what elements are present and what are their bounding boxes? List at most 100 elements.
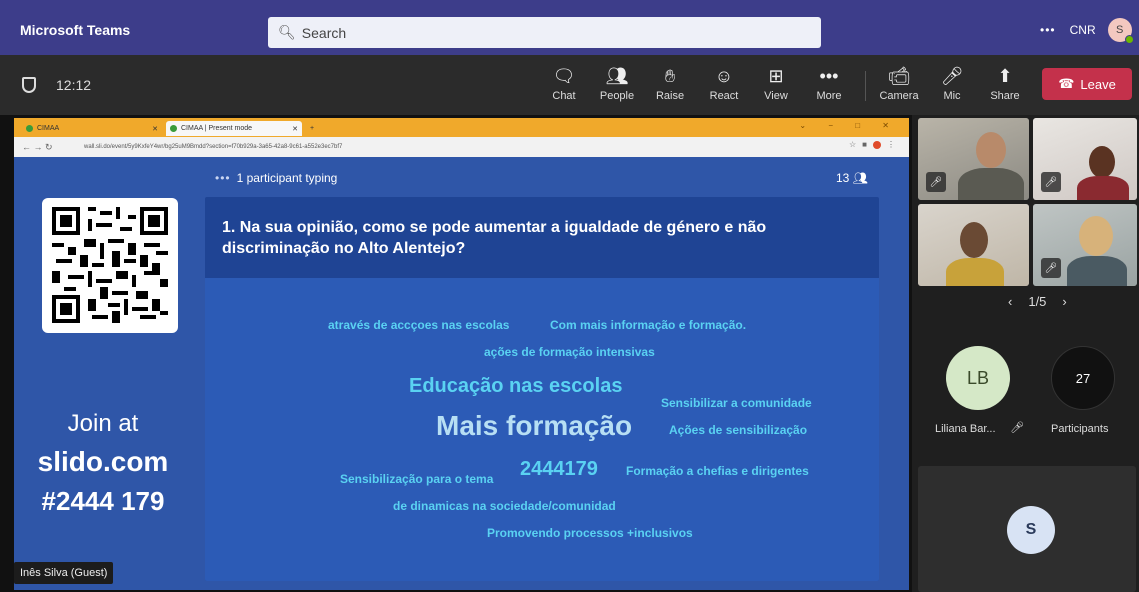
presenter-name-tag: Inês Silva (Guest)	[14, 562, 114, 584]
video-tile[interactable]: 🎤︎	[1033, 204, 1137, 286]
title-bar: Microsoft Teams 🔍︎ Search ••• CNR S	[0, 0, 1139, 55]
search-input[interactable]: 🔍︎ Search	[268, 17, 821, 48]
video-tile[interactable]	[918, 204, 1029, 286]
raise-hand-icon: ✋︎	[664, 66, 676, 86]
search-placeholder: Search	[301, 24, 347, 41]
people-icon: 👥︎	[852, 171, 868, 185]
poll-question: 1. Na sua opinião, como se pode aumentar…	[222, 219, 767, 257]
slido-url: slido.com	[37, 446, 169, 477]
close-tab-icon[interactable]: ✕	[152, 125, 158, 133]
view-button[interactable]: ⊞ View	[751, 65, 801, 102]
gallery-pager: ‹ 1/5 ›	[1000, 294, 1075, 309]
word-cloud-item: Educação nas escolas	[409, 375, 623, 397]
participants-count-circle[interactable]: 27	[1051, 346, 1115, 410]
chat-label: Chat	[552, 90, 576, 102]
raise-label: Raise	[655, 90, 685, 102]
participant-name: Liliana Bar...	[935, 423, 996, 435]
word-cloud-item: através de accçoes nas escolas	[328, 318, 510, 332]
word-cloud-item: Ações de sensibilização	[669, 423, 808, 437]
people-label: People	[599, 90, 635, 102]
more-icon: •••	[819, 66, 839, 86]
mic-off-icon: 🎤︎	[940, 66, 964, 86]
raise-hand-button[interactable]: ✋︎ Raise	[645, 65, 695, 102]
browser-address-bar: ← → ↻ wall.sli.do/event/5y9KxfeY4wr/bg25…	[14, 137, 909, 157]
word-cloud-item: Com mais informação e formação.	[550, 318, 747, 332]
app-title: Microsoft Teams	[20, 22, 131, 38]
bookmark-star-icon[interactable]: ☆	[849, 140, 856, 149]
video-tile[interactable]: 🎤︎	[918, 118, 1029, 200]
people-button[interactable]: 👥︎ People	[592, 65, 642, 102]
search-icon: 🔍︎	[278, 24, 296, 40]
word-cloud-item: Sensibilização para o tema	[340, 472, 494, 486]
typing-indicator: ••• 1 participant typing	[215, 171, 337, 185]
participant-count-value: 13	[836, 171, 850, 185]
mic-off-icon: 🎤︎	[1041, 172, 1061, 192]
browser-tab-cimaa[interactable]: CIMAA ✕	[22, 121, 162, 136]
mic-label: Mic	[943, 90, 961, 102]
extension-icon[interactable]: ■	[862, 140, 867, 149]
event-code: #2444 179	[41, 486, 165, 516]
meeting-timer: 12:12	[56, 77, 92, 93]
qr-code	[42, 198, 178, 333]
chat-button[interactable]: 🗨︎ Chat	[539, 65, 589, 102]
camera-off-icon: 📹︎	[887, 66, 911, 86]
more-label: More	[816, 90, 842, 102]
word-cloud-item: Promovendo processos +inclusivos	[487, 526, 693, 540]
new-tab-icon[interactable]: +	[306, 121, 320, 136]
react-label: React	[709, 90, 739, 102]
self-avatar: S	[1007, 506, 1055, 554]
word-cloud-item: ações de formação intensivas	[484, 345, 655, 359]
leave-label: Leave	[1080, 76, 1116, 92]
url-field[interactable]: wall.sli.do/event/5y9KxfeY4wr/bg25uM9Bmd…	[84, 141, 809, 153]
react-icon: ☺︎	[714, 66, 734, 86]
typing-dots-icon: •••	[215, 171, 231, 185]
word-cloud-item: Formação a chefias e dirigentes	[626, 464, 809, 478]
chat-icon: 🗨︎	[552, 66, 576, 86]
window-controls[interactable]: ⌄ − □ ✕	[799, 121, 899, 130]
user-avatar[interactable]: S	[1107, 18, 1134, 44]
leave-button[interactable]: ☎︎ Leave	[1042, 68, 1132, 100]
word-cloud-item: Mais formação	[436, 410, 633, 441]
page-indicator: 1/5	[1028, 294, 1047, 309]
word-cloud-item: Sensibilizar a comunidade	[661, 396, 812, 410]
back-forward-reload-icons[interactable]: ← → ↻	[22, 142, 53, 153]
participant-avatar[interactable]: LB	[946, 346, 1010, 410]
share-button[interactable]: ⬆︎ Share	[980, 65, 1030, 102]
presence-dot	[1124, 35, 1134, 44]
favicon-icon	[170, 125, 177, 132]
participants-label: Participants	[1051, 423, 1109, 435]
browser-tab-present-mode[interactable]: CIMAA | Present mode ✕	[166, 121, 302, 136]
profile-icon[interactable]	[873, 140, 881, 149]
mic-button[interactable]: 🎤︎ Mic	[927, 65, 977, 102]
participant-video	[1079, 216, 1113, 256]
mic-off-icon: 🎤︎	[1010, 422, 1024, 434]
share-icon: ⬆︎	[997, 66, 1013, 86]
mic-off-icon: 🎤︎	[1041, 258, 1061, 278]
participant-video	[1089, 146, 1115, 178]
close-tab-icon[interactable]: ✕	[292, 125, 298, 133]
react-button[interactable]: ☺︎ React	[699, 65, 749, 102]
more-button[interactable]: ••• More	[804, 65, 854, 102]
camera-button[interactable]: 📹︎ Camera	[874, 65, 924, 102]
people-icon: 👥︎	[605, 66, 629, 86]
word-cloud-item: 2444179	[520, 458, 598, 480]
camera-label: Camera	[879, 90, 919, 102]
browser-tab-strip: CIMAA ✕ CIMAA | Present mode ✕ + ⌄ − □ ✕	[14, 118, 909, 137]
view-label: View	[764, 90, 788, 102]
participant-count: 13 👥︎	[836, 171, 868, 185]
view-icon: ⊞	[768, 66, 784, 86]
participant-video	[976, 132, 1006, 168]
video-tile[interactable]: 🎤︎	[1033, 118, 1137, 200]
chevron-left-icon[interactable]: ‹	[1008, 294, 1012, 309]
browser-menu-icon[interactable]: ⋮	[887, 140, 895, 149]
share-label: Share	[990, 90, 1020, 102]
more-options-icon[interactable]: •••	[1040, 23, 1056, 37]
tab-label: CIMAA	[37, 125, 60, 132]
toolbar-divider	[865, 71, 866, 101]
typing-text: 1 participant typing	[236, 171, 338, 185]
account-label[interactable]: CNR	[1070, 23, 1096, 37]
favicon-icon	[26, 125, 33, 132]
chevron-right-icon[interactable]: ›	[1062, 294, 1066, 309]
qr-code-graphic	[52, 207, 168, 323]
avatar-initial: S	[1115, 24, 1124, 36]
